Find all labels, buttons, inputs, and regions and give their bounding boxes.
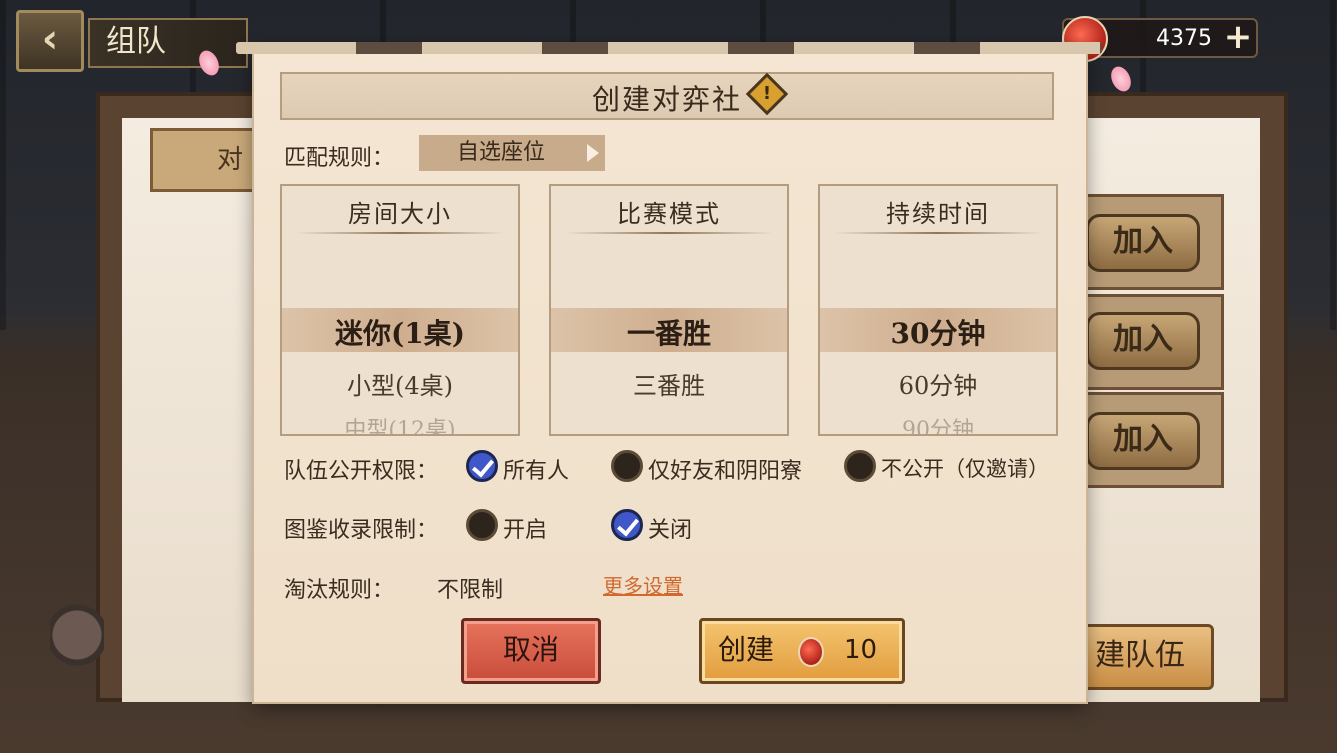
create-team-button: 建队伍 bbox=[1070, 624, 1214, 690]
background-tab: 对 bbox=[150, 128, 270, 192]
picker-option[interactable]: 小型(4桌) bbox=[282, 366, 518, 401]
picker-option[interactable]: 60分钟 bbox=[820, 366, 1056, 401]
join-button: 加入 bbox=[1086, 312, 1200, 370]
page-title: 组队 bbox=[88, 18, 248, 68]
collection-off-radio[interactable] bbox=[611, 509, 643, 541]
match-mode-picker[interactable]: 比赛模式 一番胜 三番胜 bbox=[549, 184, 789, 436]
create-button-label: 创建 bbox=[718, 633, 775, 666]
add-currency-button[interactable]: + bbox=[1222, 20, 1254, 54]
picker-divider bbox=[565, 232, 773, 234]
visibility-everyone-radio[interactable] bbox=[466, 450, 498, 482]
visibility-label: 队伍公开权限： bbox=[284, 459, 439, 484]
join-button: 加入 bbox=[1086, 214, 1200, 272]
picker-divider bbox=[834, 232, 1042, 234]
info-glyph: ! bbox=[762, 83, 772, 104]
create-cost: 10 bbox=[844, 635, 878, 665]
picker-selected-option[interactable]: 一番胜 bbox=[551, 312, 787, 352]
triangle-right-icon bbox=[587, 144, 599, 162]
visibility-friends-label[interactable]: 仅好友和阴阳寮 bbox=[648, 453, 802, 485]
picker-option[interactable]: 三番胜 bbox=[551, 366, 787, 401]
back-button[interactable]: ‹ bbox=[16, 10, 84, 72]
visibility-everyone-label[interactable]: 所有人 bbox=[503, 453, 569, 485]
picker-option[interactable]: 中型(12桌) bbox=[282, 412, 518, 434]
plus-icon: + bbox=[1223, 17, 1253, 57]
visibility-friends-radio[interactable] bbox=[611, 450, 643, 482]
currency-amount: 4375 bbox=[1156, 26, 1212, 51]
magatama-cost-icon bbox=[798, 637, 824, 667]
chevron-left-icon: ‹ bbox=[41, 16, 59, 62]
visibility-private-label[interactable]: 不公开（仅邀请） bbox=[881, 453, 1049, 483]
match-rule-select[interactable]: 自选座位 bbox=[419, 135, 605, 171]
more-settings-link[interactable]: 更多设置 bbox=[603, 570, 683, 599]
picker-title: 比赛模式 bbox=[617, 200, 721, 228]
room-size-picker[interactable]: 房间大小 迷你(1桌) 小型(4桌) 中型(12桌) bbox=[280, 184, 520, 436]
duration-picker[interactable]: 持续时间 30分钟 60分钟 90分钟 bbox=[818, 184, 1058, 436]
match-rule-value: 自选座位 bbox=[457, 140, 546, 165]
collection-off-label[interactable]: 关闭 bbox=[648, 512, 692, 544]
elimination-label: 淘汰规则： bbox=[284, 578, 395, 603]
picker-option[interactable]: 90分钟 bbox=[820, 412, 1056, 434]
cancel-button[interactable]: 取消 bbox=[461, 618, 601, 684]
picker-title: 持续时间 bbox=[886, 200, 990, 228]
match-rule-label: 匹配规则： bbox=[284, 146, 395, 171]
character-figure bbox=[50, 600, 104, 700]
collection-on-label[interactable]: 开启 bbox=[503, 512, 547, 544]
picker-selected-option[interactable]: 迷你(1桌) bbox=[282, 312, 518, 352]
dialog-scroll-rod bbox=[236, 42, 1102, 54]
dialog-title: 创建对弈社 bbox=[592, 83, 743, 116]
create-button[interactable]: 创建 10 bbox=[699, 618, 905, 684]
picker-title: 房间大小 bbox=[348, 200, 452, 228]
join-button: 加入 bbox=[1086, 412, 1200, 470]
collection-on-radio[interactable] bbox=[466, 509, 498, 541]
picker-divider bbox=[296, 232, 504, 234]
picker-selected-option[interactable]: 30分钟 bbox=[820, 312, 1056, 352]
elimination-value: 不限制 bbox=[437, 578, 504, 603]
collection-limit-label: 图鉴收录限制： bbox=[284, 518, 439, 543]
visibility-private-radio[interactable] bbox=[844, 450, 876, 482]
